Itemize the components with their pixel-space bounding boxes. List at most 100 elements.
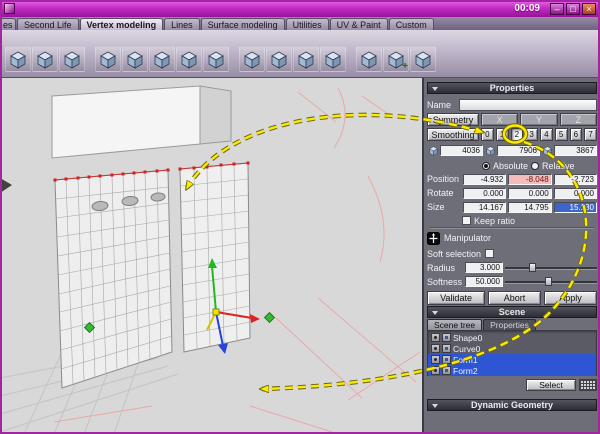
rotate-y-field[interactable]: 0.000	[508, 187, 552, 199]
collapse-icon[interactable]	[432, 404, 438, 408]
absolute-radio[interactable]	[482, 161, 490, 170]
tab-uv-paint[interactable]: UV & Paint	[329, 18, 388, 30]
scene-tree-item-curve0[interactable]: Curve0	[428, 343, 596, 354]
visibility-eye-icon[interactable]	[431, 355, 440, 364]
tab-clipped[interactable]: es	[0, 18, 16, 30]
smoothing-level-7[interactable]: 7	[584, 128, 597, 141]
rotate-z-field[interactable]: 0.000	[553, 187, 597, 199]
relative-radio[interactable]	[531, 161, 540, 170]
softness-slider-thumb[interactable]	[545, 277, 553, 286]
tab-surface-modeling[interactable]: Surface modeling	[200, 18, 285, 30]
symmetry-z-button[interactable]: Z	[559, 113, 597, 126]
modeling-tool-icon-6[interactable]	[149, 46, 175, 72]
tab-second-life[interactable]: Second Life	[17, 18, 79, 30]
tab-vertex-modeling[interactable]: Vertex modeling	[79, 18, 164, 30]
softness-slider[interactable]	[505, 276, 597, 287]
visibility-eye-icon[interactable]	[431, 344, 440, 353]
smoothing-level-5[interactable]: 5	[554, 128, 568, 141]
smoothing-level-0[interactable]: 0	[481, 128, 494, 141]
position-z-field[interactable]: -2.723	[553, 173, 597, 185]
symmetry-x-button[interactable]: X	[481, 113, 519, 126]
visibility-eye-icon[interactable]	[431, 366, 440, 375]
smoothing-level-2[interactable]: 2	[510, 128, 524, 141]
scene-tree-item-form2[interactable]: Form2	[428, 365, 596, 376]
manipulator-icon[interactable]	[427, 231, 440, 245]
modeling-tool-icon-3[interactable]	[59, 46, 85, 72]
manipulator-label: Manipulator	[444, 233, 492, 243]
validate-button[interactable]: Validate	[427, 291, 486, 305]
app-window: 00:09 – □ × es Second Life Vertex modeli…	[0, 0, 600, 434]
smoothing-level-6[interactable]: 6	[569, 128, 583, 141]
tab-utilities[interactable]: Utilities	[285, 18, 329, 30]
edge-count-icon	[484, 144, 496, 156]
selection-grid-icon-button[interactable]	[579, 378, 597, 391]
tab-lines[interactable]: Lines	[164, 18, 200, 30]
soft-selection-checkbox[interactable]	[485, 249, 495, 258]
add-geometry-tool-icon[interactable]	[383, 46, 409, 72]
tree-item-label[interactable]: Curve0	[453, 344, 480, 354]
collapse-icon[interactable]	[432, 87, 438, 91]
rotate-label: Rotate	[427, 188, 454, 198]
viewport[interactable]	[0, 78, 422, 434]
select-button[interactable]: Select	[526, 378, 576, 391]
abort-button[interactable]: Abort	[488, 291, 542, 305]
modeling-tool-icon-10[interactable]	[266, 46, 292, 72]
scene-panel-header[interactable]: Scene	[427, 306, 597, 318]
symmetry-button[interactable]: Symmetry	[427, 113, 479, 126]
dynamic-geometry-title: Dynamic Geometry	[470, 400, 554, 410]
lower-wall-left[interactable]	[54, 169, 173, 389]
smoothing-level-1[interactable]: 1	[495, 128, 509, 141]
modeling-tool-icon-1[interactable]	[5, 46, 31, 72]
modeling-tool-icon-12[interactable]	[320, 46, 346, 72]
smoothing-level-4[interactable]: 4	[540, 128, 553, 141]
rotate-x-field[interactable]: 0.000	[463, 187, 507, 199]
name-label: Name	[427, 99, 452, 110]
relative-radio-label[interactable]: Relative	[542, 161, 575, 171]
radius-slider-thumb[interactable]	[528, 263, 536, 272]
vertex-count: 4036	[440, 144, 483, 156]
tree-item-label[interactable]: Form2	[453, 366, 478, 376]
edge-count: 7906	[497, 144, 540, 156]
modeling-tool-icon-13[interactable]	[356, 46, 382, 72]
size-y-field[interactable]: 14.795	[508, 201, 552, 213]
modeling-tool-icon-11[interactable]	[293, 46, 319, 72]
position-x-field[interactable]: -4.932	[463, 173, 507, 185]
modeling-tool-icon-2[interactable]	[32, 46, 58, 72]
dynamic-geometry-panel-header[interactable]: Dynamic Geometry	[427, 399, 597, 411]
titlebar[interactable]: 00:09 – □ ×	[0, 0, 600, 17]
modeling-tool-icon-4[interactable]	[95, 46, 121, 72]
scene-tree-item-shape0[interactable]: Shape0	[428, 332, 596, 343]
apply-button[interactable]: Apply	[544, 291, 597, 305]
modeling-tool-icon-8[interactable]	[203, 46, 229, 72]
tree-item-label[interactable]: Form1	[453, 355, 478, 365]
tab-custom[interactable]: Custom	[388, 18, 434, 30]
scene-tree-item-form1[interactable]: Form1	[428, 354, 596, 365]
size-x-field[interactable]: 14.167	[463, 201, 507, 213]
smoothing-button[interactable]: Smoothing	[427, 128, 479, 141]
minimize-button[interactable]: –	[550, 2, 564, 15]
name-input[interactable]	[459, 98, 597, 111]
absolute-radio-label[interactable]: Absolute	[493, 161, 528, 171]
radius-label: Radius	[427, 262, 456, 273]
properties-panel-title: Properties	[489, 83, 535, 93]
modeling-tool-icon-9[interactable]	[239, 46, 265, 72]
size-z-field[interactable]: 15.130	[553, 201, 597, 213]
modeling-tool-icon-15[interactable]	[410, 46, 436, 72]
position-y-field[interactable]: -8.048	[508, 173, 552, 185]
close-button[interactable]: ×	[582, 2, 596, 15]
properties-panel-header[interactable]: Properties	[427, 82, 597, 94]
smoothing-level-3[interactable]: 3	[525, 128, 538, 141]
softness-field[interactable]: 50.000	[465, 276, 503, 287]
collapse-icon[interactable]	[432, 311, 438, 315]
modeling-tool-icon-7[interactable]	[176, 46, 202, 72]
scene-panel-title: Scene	[498, 307, 526, 317]
radius-slider[interactable]	[505, 262, 597, 273]
visibility-eye-icon[interactable]	[431, 333, 440, 342]
lower-wall-right[interactable]	[179, 162, 251, 353]
keep-ratio-checkbox[interactable]	[462, 216, 471, 225]
modeling-tool-icon-5[interactable]	[122, 46, 148, 72]
maximize-button[interactable]: □	[566, 2, 580, 15]
radius-field[interactable]: 3.000	[465, 262, 503, 273]
symmetry-y-button[interactable]: Y	[520, 113, 558, 126]
tree-item-label[interactable]: Shape0	[453, 333, 482, 343]
